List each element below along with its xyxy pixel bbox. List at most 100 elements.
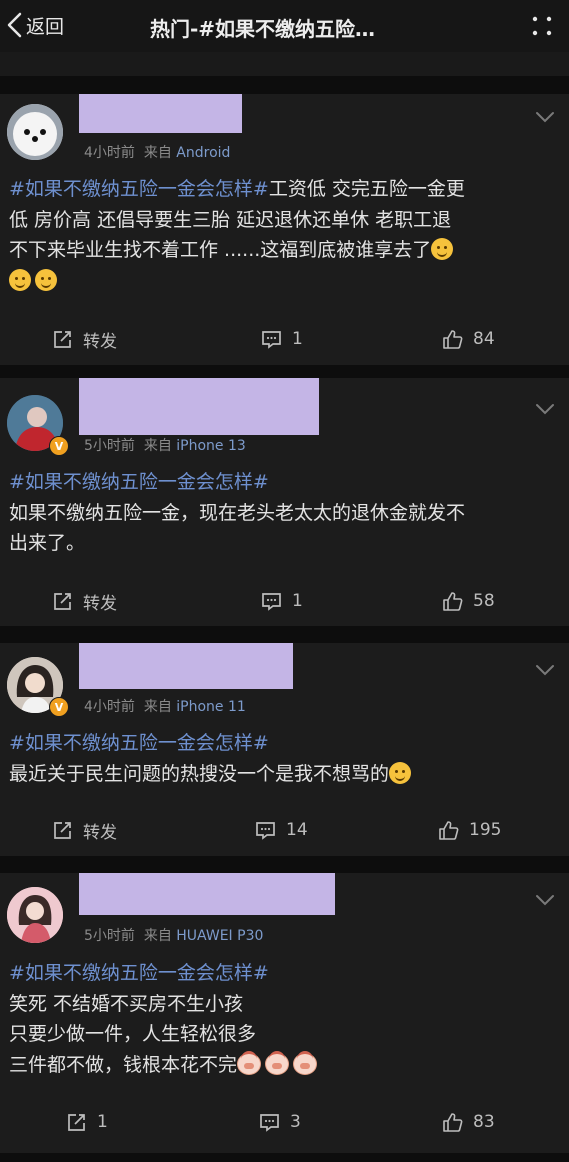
avatar-image bbox=[7, 887, 63, 943]
repost-button[interactable]: 转发 bbox=[52, 815, 117, 845]
verified-badge: V bbox=[49, 697, 69, 717]
comment-button[interactable]: 14 bbox=[255, 815, 308, 845]
post-divider bbox=[0, 626, 569, 644]
username-redacted[interactable] bbox=[79, 873, 335, 915]
thumbs-up-icon bbox=[443, 1112, 463, 1132]
comment-icon bbox=[260, 1113, 279, 1132]
post-from: 来自 bbox=[143, 699, 172, 715]
post-time: 4小时前 bbox=[84, 699, 135, 715]
thumbs-up-icon bbox=[443, 591, 463, 611]
post-meta: 5小时前 来自 iPhone 13 bbox=[84, 435, 246, 455]
post-card[interactable]: 5小时前 来自 HUAWEI P30 #如果不缴纳五险一金会怎样# 笑死 不结婚… bbox=[0, 873, 569, 1153]
post-divider bbox=[0, 856, 569, 874]
dog-avatar-image bbox=[7, 104, 63, 160]
post-from: 来自 bbox=[143, 928, 172, 944]
avatar[interactable] bbox=[7, 887, 63, 943]
hashtag-link[interactable]: #如果不缴纳五险一金会怎样# bbox=[9, 728, 559, 759]
comment-icon bbox=[262, 592, 281, 611]
smirk-emoji-icon bbox=[35, 268, 57, 291]
comment-count: 1 bbox=[292, 591, 303, 611]
post-body: #如果不缴纳五险一金会怎样# 笑死 不结婚不买房不生小孩 只要少做一件，人生轻松… bbox=[9, 958, 559, 1080]
post-body: #如果不缴纳五险一金会怎样# 最近关于民生问题的热搜没一个是我不想骂的 bbox=[9, 728, 559, 789]
like-count: 195 bbox=[469, 820, 502, 840]
username-redacted[interactable] bbox=[79, 378, 319, 435]
like-button[interactable]: 195 bbox=[438, 815, 501, 845]
like-button[interactable]: 84 bbox=[442, 324, 495, 354]
post-text-line: 如果不缴纳五险一金，现在老头老太太的退休金就发不 bbox=[9, 501, 466, 524]
verified-badge: V bbox=[49, 436, 69, 456]
post-text-line: 不下来毕业生找不着工作 ......这福到底被谁享去了 bbox=[9, 239, 432, 261]
pig-emoji-icon bbox=[265, 1050, 290, 1075]
more-options-icon[interactable] bbox=[531, 15, 553, 37]
post-meta: 5小时前 来自 HUAWEI P30 bbox=[84, 925, 263, 945]
like-count: 58 bbox=[473, 591, 495, 611]
comment-count: 14 bbox=[286, 820, 308, 840]
post-text-line: 只要少做一件，人生轻松很多 bbox=[9, 1023, 257, 1045]
hashtag-link[interactable]: #如果不缴纳五险一金会怎样# bbox=[9, 178, 269, 200]
post-text-line: 低 房价高 还倡导要生三胎 延迟退休还单休 老职工退 bbox=[9, 208, 452, 231]
repost-icon bbox=[68, 1113, 85, 1131]
comment-button[interactable]: 1 bbox=[261, 586, 303, 616]
hashtag-link[interactable]: #如果不缴纳五险一金会怎样# bbox=[9, 958, 559, 989]
back-label: 返回 bbox=[26, 15, 65, 38]
chevron-down-icon[interactable] bbox=[535, 110, 555, 124]
post-meta: 4小时前 来自 iPhone 11 bbox=[84, 696, 246, 716]
post-divider bbox=[0, 1153, 569, 1162]
repost-button[interactable]: 转发 bbox=[52, 586, 117, 616]
like-count: 84 bbox=[473, 329, 495, 349]
post-meta: 4小时前 来自 Android bbox=[84, 142, 230, 162]
post-time: 5小时前 bbox=[84, 928, 135, 944]
comment-count: 1 bbox=[292, 329, 303, 349]
thumbs-up-icon bbox=[439, 820, 459, 840]
back-button[interactable]: 返回 bbox=[6, 10, 64, 40]
chevron-down-icon[interactable] bbox=[535, 663, 555, 677]
username-redacted[interactable] bbox=[79, 94, 242, 133]
repost-button[interactable]: 1 bbox=[66, 1107, 108, 1137]
repost-count: 1 bbox=[97, 1112, 108, 1132]
post-text-line: 三件都不做，钱根本花不完 bbox=[9, 1053, 238, 1076]
thumbs-up-icon bbox=[443, 329, 463, 349]
post-time: 4小时前 bbox=[84, 145, 135, 161]
smile-emoji-icon bbox=[389, 761, 412, 784]
pig-emoji-icon bbox=[237, 1050, 262, 1075]
post-card[interactable]: V 5小时前 来自 iPhone 13 #如果不缴纳五险一金会怎样# 如果不缴纳… bbox=[0, 378, 569, 626]
repost-button[interactable]: 转发 bbox=[52, 324, 117, 354]
chevron-down-icon[interactable] bbox=[535, 402, 555, 416]
previous-post-edge bbox=[0, 52, 569, 76]
username-redacted[interactable] bbox=[79, 643, 293, 689]
like-count: 83 bbox=[473, 1112, 495, 1132]
repost-label: 转发 bbox=[83, 593, 117, 614]
repost-icon bbox=[54, 821, 71, 839]
avatar[interactable] bbox=[7, 104, 63, 160]
post-source[interactable]: iPhone 11 bbox=[176, 699, 246, 715]
repost-label: 转发 bbox=[83, 822, 117, 843]
like-button[interactable]: 83 bbox=[442, 1107, 495, 1137]
post-card[interactable]: V 4小时前 来自 iPhone 11 #如果不缴纳五险一金会怎样# 最近关于民… bbox=[0, 643, 569, 856]
post-source[interactable]: HUAWEI P30 bbox=[176, 928, 263, 944]
top-bar: 返回 热门-#如果不缴纳五险… bbox=[0, 0, 569, 52]
post-from: 来自 bbox=[143, 145, 172, 161]
post-time: 5小时前 bbox=[84, 438, 135, 454]
post-body: #如果不缴纳五险一金会怎样#工资低 交完五险一金更 低 房价高 还倡导要生三胎 … bbox=[9, 174, 559, 296]
post-text-line: 笑死 不结婚不买房不生小孩 bbox=[9, 992, 244, 1015]
post-divider bbox=[0, 76, 569, 94]
comment-button[interactable]: 3 bbox=[259, 1107, 301, 1137]
chevron-down-icon[interactable] bbox=[535, 893, 555, 907]
repost-label: 转发 bbox=[83, 331, 117, 352]
post-body: #如果不缴纳五险一金会怎样# 如果不缴纳五险一金，现在老头老太太的退休金就发不 … bbox=[9, 467, 559, 559]
hashtag-link[interactable]: #如果不缴纳五险一金会怎样# bbox=[9, 467, 559, 498]
smirk-emoji-icon bbox=[9, 268, 31, 291]
post-text-line: 出来了。 bbox=[9, 532, 86, 554]
post-source[interactable]: iPhone 13 bbox=[176, 438, 246, 454]
comment-count: 3 bbox=[290, 1112, 301, 1132]
comment-icon bbox=[256, 821, 275, 840]
page-title: 热门-#如果不缴纳五险… bbox=[150, 17, 376, 41]
chevron-left-icon bbox=[7, 12, 22, 38]
like-button[interactable]: 58 bbox=[442, 586, 495, 616]
post-source[interactable]: Android bbox=[176, 145, 230, 161]
pig-emoji-icon bbox=[293, 1050, 318, 1075]
comment-button[interactable]: 1 bbox=[261, 324, 303, 354]
post-text-line: 工资低 交完五险一金更 bbox=[268, 178, 465, 200]
post-card[interactable]: 4小时前 来自 Android #如果不缴纳五险一金会怎样#工资低 交完五险一金… bbox=[0, 94, 569, 365]
repost-icon bbox=[54, 592, 71, 610]
